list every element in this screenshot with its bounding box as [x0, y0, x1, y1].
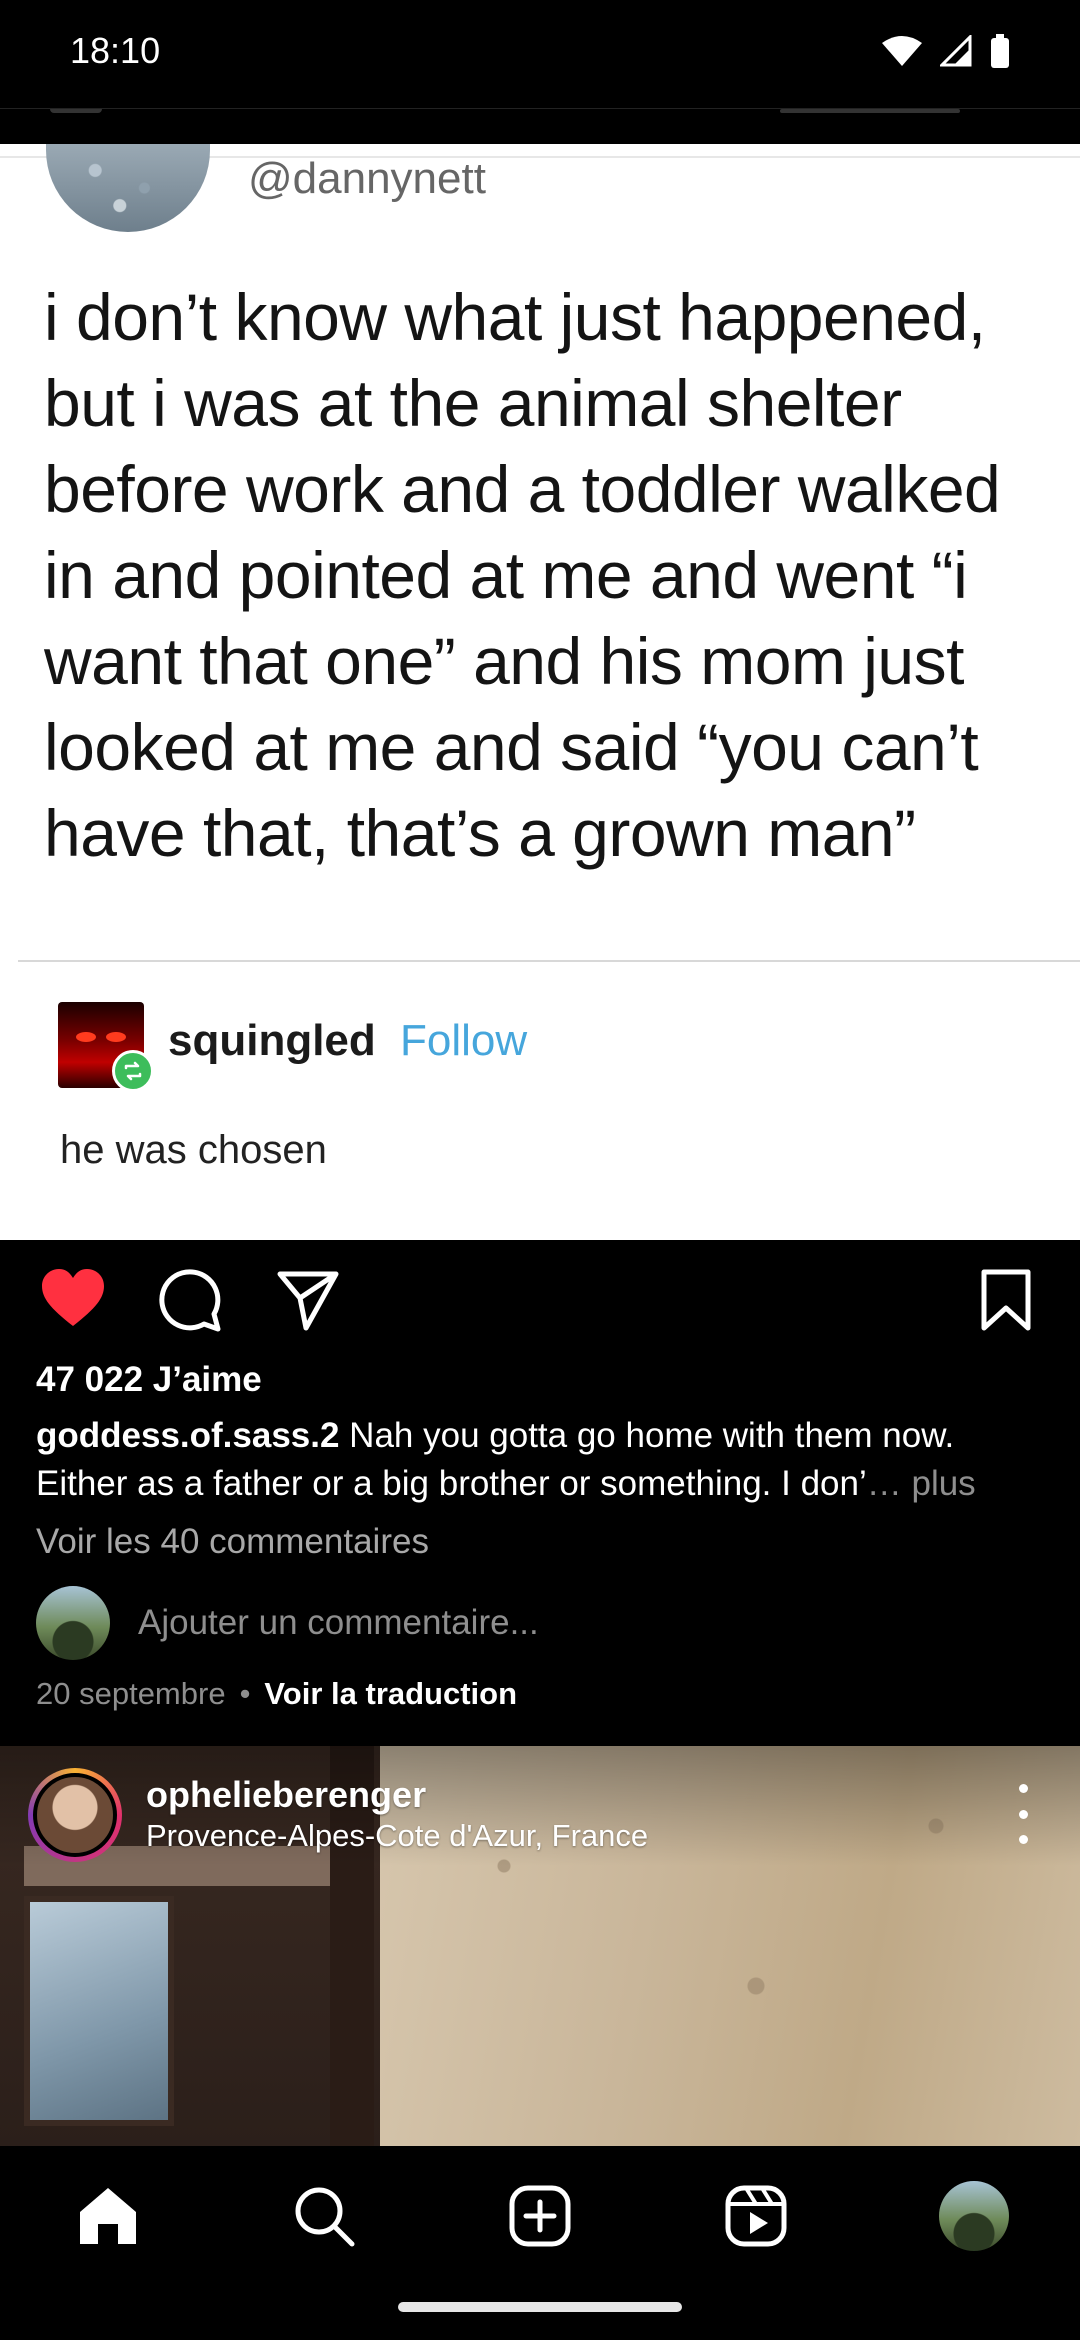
avatar — [939, 2181, 1009, 2251]
translate-link[interactable]: Voir la traduction — [264, 1676, 517, 1712]
profile-tab[interactable] — [934, 2176, 1014, 2256]
comment-icon[interactable] — [158, 1268, 222, 1332]
add-comment-input[interactable]: Ajouter un commentaire... — [138, 1603, 539, 1643]
home-indicator[interactable] — [398, 2302, 682, 2312]
image-divider — [18, 960, 1080, 962]
reblogger-username: squingled — [168, 1016, 376, 1065]
tweet-line: looked at me and said “you can’t — [44, 710, 979, 784]
tweet-line: before work and a toddler walked — [44, 452, 1001, 526]
tweet-line: in and pointed at me and went “i — [44, 538, 968, 612]
caption-ellipsis: … — [866, 1464, 902, 1503]
post-caption: goddess.of.sass.2 Nah you gotta go home … — [36, 1412, 1046, 1508]
status-bar: 18:10 — [0, 0, 1080, 108]
tweet-line: want that one” and his mom just — [44, 624, 964, 698]
next-post[interactable]: ophelieberenger Provence-Alpes-Cote d'Az… — [0, 1746, 1080, 2146]
tweet-line: i don’t know what just happened, — [44, 280, 986, 354]
tweet-line: have that, that’s a grown man” — [44, 796, 916, 870]
tweet-author-avatar — [46, 144, 210, 232]
caption-username[interactable]: goddess.of.sass.2 — [36, 1416, 339, 1455]
reblog-icon — [112, 1050, 154, 1092]
send-icon[interactable] — [276, 1268, 340, 1332]
tweet-handle: @dannynett — [248, 154, 486, 203]
status-icons — [882, 34, 1010, 68]
avatar — [36, 1586, 110, 1660]
post-image[interactable]: @dannynett i don’t know what just happen… — [0, 144, 1080, 1240]
story-ring-avatar[interactable] — [28, 1768, 122, 1862]
avatar — [33, 1773, 117, 1857]
next-post-location[interactable]: Provence-Alpes-Cote d'Azur, France — [146, 1818, 648, 1854]
reblog-text: he was chosen — [60, 1128, 327, 1172]
more-options-icon[interactable] — [1008, 1784, 1038, 1844]
create-icon[interactable] — [500, 2176, 580, 2256]
meta-separator: • — [239, 1676, 251, 1711]
previous-post-header-edge — [0, 108, 1080, 144]
reels-icon[interactable] — [716, 2176, 796, 2256]
home-icon[interactable] — [68, 2176, 148, 2256]
image-follow-text: Follow — [400, 1016, 528, 1065]
likes-count[interactable]: 47 022 J’aime — [36, 1360, 262, 1400]
next-post-username[interactable]: ophelieberenger — [146, 1774, 426, 1816]
battery-icon — [990, 34, 1010, 68]
avatar-eye — [76, 1032, 96, 1042]
add-comment-row[interactable]: Ajouter un commentaire... — [36, 1586, 539, 1660]
previous-post-follow-edge — [780, 109, 960, 113]
search-icon[interactable] — [284, 2176, 364, 2256]
post-date: 20 septembre — [36, 1676, 226, 1711]
previous-post-avatar-edge — [50, 109, 102, 113]
bookmark-icon[interactable] — [980, 1268, 1032, 1332]
tweet-text: i don’t know what just happened, but i w… — [44, 274, 1064, 876]
heart-filled-icon[interactable] — [40, 1268, 106, 1328]
window-pane — [24, 1896, 174, 2126]
view-comments-link[interactable]: Voir les 40 commentaires — [36, 1522, 429, 1562]
cellular-signal-icon — [940, 35, 972, 67]
post-meta: 20 septembre • Voir la traduction — [36, 1676, 517, 1712]
wifi-icon — [882, 35, 922, 67]
caption-more-link[interactable]: plus — [902, 1464, 975, 1503]
avatar-eye — [106, 1032, 126, 1042]
tweet-line: but i was at the animal shelter — [44, 366, 902, 440]
status-time: 18:10 — [70, 30, 161, 71]
post-actions — [0, 1240, 1080, 1360]
